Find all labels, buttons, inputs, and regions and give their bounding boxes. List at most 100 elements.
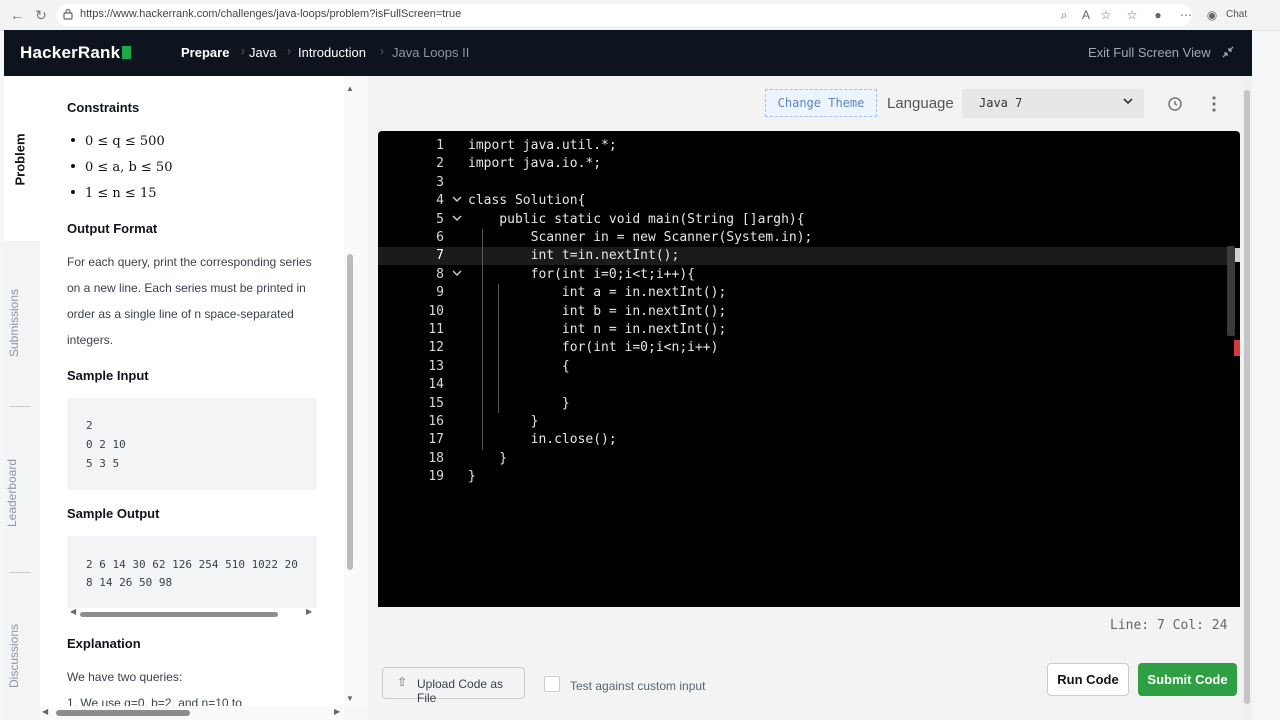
code-text: for(int i=0;i<n;i++): [468, 340, 719, 356]
zoom-icon[interactable]: ⌕: [1056, 7, 1072, 23]
fold-chevron-icon[interactable]: [452, 268, 462, 278]
code-line[interactable]: 6 Scanner in = new Scanner(System.in);: [378, 229, 1228, 247]
profile-avatar-icon[interactable]: ●: [1150, 7, 1166, 23]
line-number: 19: [428, 469, 444, 485]
submit-code-button[interactable]: Submit Code: [1138, 663, 1237, 696]
code-line[interactable]: 19}: [378, 468, 1228, 486]
sample-input-box: 2 0 2 10 5 3 5: [67, 398, 317, 490]
constraint-item: 0 ≤ a, b ≤ 50: [71, 160, 172, 175]
chat-label[interactable]: Chat: [1226, 9, 1247, 20]
more-menu-icon[interactable]: ⋯: [1178, 7, 1194, 23]
custom-input-checkbox[interactable]: [544, 676, 560, 692]
history-icon[interactable]: [1166, 95, 1184, 113]
code-line[interactable]: 1 import java.util.*;: [378, 137, 1228, 155]
code-text: import java.util.*;: [468, 138, 617, 153]
fold-chevron-icon[interactable]: [452, 194, 462, 204]
problem-statement: Constraints 0 ≤ q ≤ 500 0 ≤ a, b ≤ 50 1 …: [40, 76, 344, 706]
editor-scrollbar[interactable]: [1227, 246, 1235, 336]
code-text: in.close();: [468, 432, 617, 448]
back-icon[interactable]: ←: [8, 6, 26, 24]
output-format-heading: Output Format: [67, 221, 158, 236]
code-text: class Solution{: [468, 193, 586, 209]
code-line[interactable]: 5 public static void main(String []argh)…: [378, 211, 1228, 229]
explanation-item: 1. We use q=0, b=2, and n=10 to: [67, 696, 242, 706]
breadcrumb-prepare[interactable]: Prepare: [181, 45, 229, 60]
output-format-text: For each query, print the corresponding …: [67, 255, 312, 347]
code-line[interactable]: 4 class Solution{: [378, 192, 1228, 210]
code-line[interactable]: 14: [378, 376, 1228, 394]
code-text: int n = in.nextInt();: [468, 322, 727, 337]
site-info-icon[interactable]: [62, 8, 74, 20]
language-label: Language: [887, 95, 954, 112]
problem-horizontal-scrollbar[interactable]: ◀ ▶: [40, 706, 344, 720]
code-line[interactable]: 13 {: [378, 358, 1228, 376]
breadcrumb-current: Java Loops II: [392, 45, 470, 60]
code-line[interactable]: 11 int n = in.nextInt();: [378, 321, 1228, 339]
exit-fullscreen-icon[interactable]: [1221, 45, 1235, 59]
page-scrollbar[interactable]: [1242, 76, 1252, 720]
upload-code-button[interactable]: ⇧ Upload Code as File: [382, 667, 525, 705]
read-aloud-icon[interactable]: A: [1078, 7, 1094, 23]
line-number: 11: [428, 322, 444, 337]
change-theme-button[interactable]: Change Theme: [765, 89, 877, 117]
code-line[interactable]: 17 in.close();: [378, 431, 1228, 449]
line-number: 17: [428, 432, 444, 448]
line-number: 13: [428, 358, 444, 374]
code-text: {: [468, 358, 570, 374]
address-bar[interactable]: https://www.hackerrank.com/challenges/ja…: [56, 4, 1192, 26]
code-line[interactable]: 9 int a = in.nextInt();: [378, 284, 1228, 302]
code-text: public static void main(String []argh){: [468, 211, 805, 227]
favorites-icon[interactable]: ☆: [1124, 7, 1140, 23]
site-header: HackerRank Prepare › Java › Introduction…: [4, 30, 1252, 76]
line-number: 18: [428, 450, 444, 466]
code-text: import java.io.*;: [468, 156, 602, 172]
code-text: }: [468, 469, 476, 485]
breadcrumb-separator-icon: ›: [287, 44, 291, 58]
hackerrank-logo[interactable]: HackerRank: [20, 43, 132, 63]
tab-leaderboard[interactable]: Leaderboard: [4, 446, 40, 546]
code-line[interactable]: 15 }: [378, 395, 1228, 413]
code-text: int t=in.nextInt();: [468, 248, 680, 264]
run-code-button[interactable]: Run Code: [1047, 663, 1129, 696]
copilot-icon[interactable]: ◉: [1204, 7, 1220, 23]
explanation-text: We have two queries:: [67, 670, 183, 684]
line-number: 15: [428, 395, 444, 411]
code-line[interactable]: 12 for(int i=0;i<n;i++): [378, 339, 1228, 357]
line-number: 16: [428, 414, 444, 429]
code-editor[interactable]: 1 import java.util.*; 2 import java.io.*; 3 4…: [378, 131, 1240, 607]
code-line[interactable]: 16 }: [378, 413, 1228, 431]
code-text: int b = in.nextInt();: [468, 303, 727, 319]
code-line[interactable]: 10 int b = in.nextInt();: [378, 303, 1228, 321]
sample-output-box: 2 6 14 30 62 126 254 510 1022 20 8 14 26…: [67, 536, 317, 608]
code-text: for(int i=0;i<t;i++){: [468, 266, 695, 282]
custom-input-label[interactable]: Test against custom input: [570, 679, 705, 693]
line-number: 10: [428, 303, 444, 319]
line-number: 6: [436, 230, 444, 245]
breadcrumb-introduction[interactable]: Introduction: [298, 45, 366, 60]
code-text: Scanner in = new Scanner(System.in);: [468, 230, 813, 245]
browser-toolbar: ← ↻ https://www.hackerrank.com/challenge…: [0, 0, 1280, 31]
reload-icon[interactable]: ↻: [32, 6, 50, 24]
code-text: }: [468, 450, 508, 466]
code-line[interactable]: 18 }: [378, 450, 1228, 468]
code-line[interactable]: 2 import java.io.*;: [378, 155, 1228, 173]
more-options-icon[interactable]: [1205, 95, 1223, 113]
constraints-heading: Constraints: [67, 100, 140, 115]
tab-discussions[interactable]: Discussions: [4, 606, 40, 706]
code-line[interactable]: 8 for(int i=0;i<t;i++){: [378, 266, 1228, 284]
code-line[interactable]: 7 int t=in.nextInt();: [378, 247, 1228, 266]
tab-problem[interactable]: Problem: [4, 133, 40, 185]
favorite-star-icon[interactable]: ☆: [1098, 7, 1114, 23]
problem-scrollbar[interactable]: ▲ ▼: [344, 76, 368, 706]
exit-fullscreen-link[interactable]: Exit Full Screen View: [1088, 45, 1211, 60]
sample-output-scrollbar[interactable]: ◀ ▶: [70, 607, 314, 618]
fold-chevron-icon[interactable]: [452, 213, 462, 223]
line-number: 4: [436, 193, 444, 209]
breadcrumb-java[interactable]: Java: [249, 45, 276, 60]
code-line[interactable]: 3: [378, 174, 1228, 192]
panel-resizer[interactable]: [368, 76, 378, 720]
code-text: }: [468, 414, 539, 429]
code-text: }: [468, 395, 570, 411]
tab-submissions[interactable]: Submissions: [4, 276, 40, 376]
language-select[interactable]: Java 7: [962, 89, 1144, 118]
